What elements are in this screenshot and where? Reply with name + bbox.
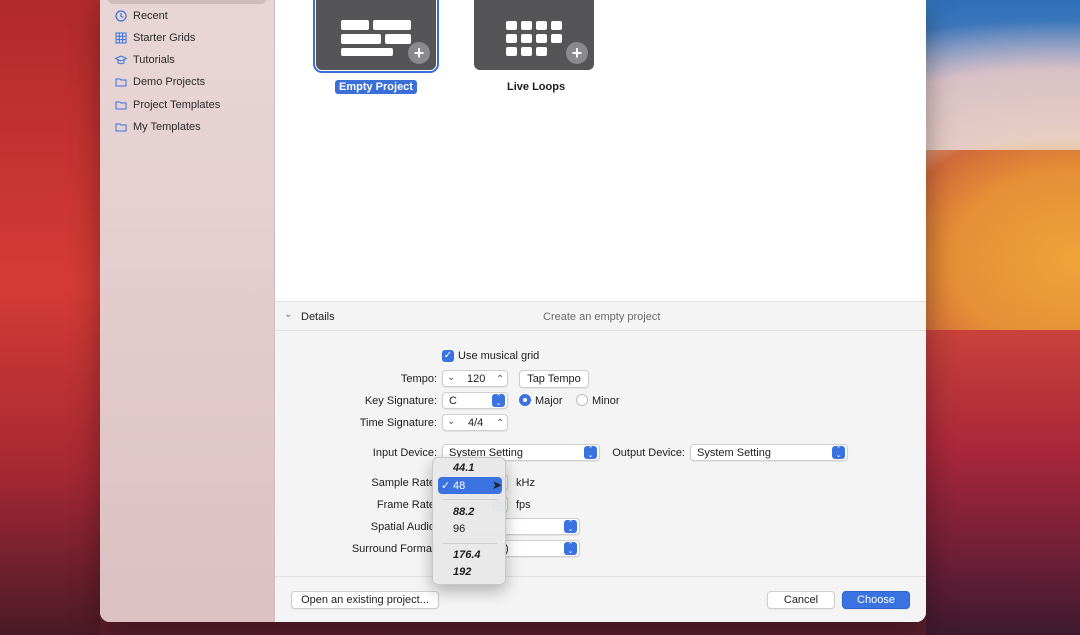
sample-rate-menu: 44.1 ✓ 48 ➤ 88.2 96 176.4 192	[432, 457, 506, 585]
sidebar-item-label: My Templates	[133, 121, 201, 133]
sidebar-item-label: Starter Grids	[133, 32, 196, 44]
tap-tempo-button[interactable]: Tap Tempo	[519, 370, 589, 388]
checkmark-icon: ✓	[441, 480, 451, 492]
updown-arrows-icon: ⌃⌄	[832, 446, 845, 459]
menu-item-176-4[interactable]: 176.4	[453, 549, 481, 561]
main-panel: + Empty Project + Live Loops ⌄ Details C…	[275, 0, 926, 622]
sidebar-item-tutorials[interactable]: Tutorials	[115, 51, 175, 69]
menu-item-96[interactable]: 96	[453, 523, 465, 535]
increment-icon[interactable]: ⌃	[496, 374, 504, 385]
surround-format-label: Surround Format	[351, 543, 435, 555]
input-device-label: Input Device:	[372, 447, 437, 459]
template-tile-empty-project[interactable]: +	[313, 0, 439, 73]
menu-separator	[443, 499, 497, 500]
output-device-select[interactable]: System Setting ⌃ ⌄	[690, 444, 848, 461]
desktop-wallpaper-right-bottom	[926, 330, 1080, 635]
updown-arrows-icon: ⌃⌄	[584, 446, 597, 459]
sidebar-item-label: Recent	[133, 10, 168, 22]
menu-item-88-2[interactable]: 88.2	[453, 506, 474, 518]
sidebar: Recent Starter Grids Tutorials Demo Proj…	[100, 0, 275, 622]
frame-rate-unit: fps	[516, 499, 531, 511]
musical-grid-checkbox[interactable]: ✓	[442, 350, 454, 362]
sidebar-item-label: Tutorials	[133, 54, 175, 66]
decrement-icon[interactable]: ⌄	[447, 416, 455, 427]
decrement-icon[interactable]: ⌄	[447, 372, 455, 383]
clock-icon	[115, 10, 127, 22]
sidebar-selection-highlight	[108, 0, 266, 4]
sidebar-item-label: Demo Projects	[133, 76, 206, 88]
dialog-footer: Open an existing project... Cancel Choos…	[275, 576, 926, 622]
time-signature-stepper[interactable]: ⌄ 4/4 ⌃	[442, 414, 508, 431]
details-description: Create an empty project	[543, 311, 661, 323]
sidebar-item-label: Project Templates	[133, 99, 221, 111]
sidebar-item-project-templates[interactable]: Project Templates	[115, 96, 220, 114]
sidebar-item-starter-grids[interactable]: Starter Grids	[115, 29, 195, 47]
minor-label: Minor	[592, 395, 620, 407]
template-label-empty-project[interactable]: Empty Project	[335, 80, 417, 94]
folder-icon	[115, 121, 127, 133]
folder-icon	[115, 76, 127, 88]
tempo-stepper[interactable]: ⌄ 120 ⌃	[442, 370, 508, 387]
sidebar-item-demo-projects[interactable]: Demo Projects	[115, 73, 205, 91]
grid-icon	[115, 32, 127, 44]
output-device-label: Output Device:	[612, 447, 685, 459]
tempo-label: Tempo:	[400, 373, 437, 385]
desktop-wallpaper-left	[0, 0, 100, 635]
minor-radio[interactable]	[576, 394, 588, 406]
sidebar-item-recent[interactable]: Recent	[115, 7, 168, 25]
key-signature-value: C	[449, 394, 457, 407]
updown-arrows-icon: ⌃⌄	[564, 520, 577, 533]
open-existing-project-button[interactable]: Open an existing project...	[291, 591, 439, 609]
time-signature-label: Time Signature:	[359, 417, 437, 429]
sidebar-item-my-templates[interactable]: My Templates	[115, 118, 201, 136]
chevron-down-icon[interactable]: ⌄	[284, 309, 292, 320]
tracks-glyph-icon	[341, 20, 411, 56]
time-signature-value: 4/4	[468, 417, 484, 429]
updown-arrows-icon: ⌃⌄	[564, 542, 577, 555]
details-panel: ✓ Use musical grid Tempo: ⌄ 120 ⌃ Tap Te…	[275, 331, 926, 576]
menu-item-192[interactable]: 192	[453, 566, 471, 578]
output-device-value: System Setting	[697, 446, 771, 459]
add-icon: +	[408, 42, 430, 64]
major-label: Major	[535, 395, 563, 407]
folder-icon	[115, 99, 127, 111]
choose-button[interactable]: Choose	[842, 591, 910, 609]
add-icon: +	[566, 42, 588, 64]
mouse-cursor-icon: ➤	[492, 478, 503, 492]
key-signature-label: Key Signature:	[364, 395, 437, 407]
sample-rate-unit: kHz	[516, 477, 535, 489]
menu-item-48[interactable]: 48	[453, 480, 465, 492]
cancel-button[interactable]: Cancel	[767, 591, 835, 609]
musical-grid-label: Use musical grid	[458, 350, 540, 362]
loops-grid-icon	[506, 21, 562, 56]
increment-icon[interactable]: ⌃	[496, 418, 504, 429]
sample-rate-label: Sample Rate	[371, 477, 435, 489]
frame-rate-label: Frame Rate	[376, 499, 435, 511]
updown-arrows-icon: ⌃⌄	[492, 394, 505, 407]
new-project-dialog: Recent Starter Grids Tutorials Demo Proj…	[100, 0, 926, 622]
menu-item-44-1[interactable]: 44.1	[453, 462, 474, 474]
template-tile-live-loops[interactable]: +	[474, 0, 594, 70]
template-label-live-loops[interactable]: Live Loops	[507, 81, 565, 93]
desktop-wallpaper-right	[926, 150, 1080, 350]
major-radio[interactable]	[519, 394, 531, 406]
tempo-value: 120	[467, 373, 486, 385]
details-title: Details	[301, 311, 335, 323]
mortarboard-icon	[115, 54, 127, 66]
spatial-audio-label: Spatial Audio	[370, 521, 435, 533]
key-signature-select[interactable]: C ⌃ ⌄	[442, 392, 508, 409]
details-header[interactable]: ⌄ Details Create an empty project	[275, 301, 926, 331]
menu-separator	[443, 543, 497, 544]
